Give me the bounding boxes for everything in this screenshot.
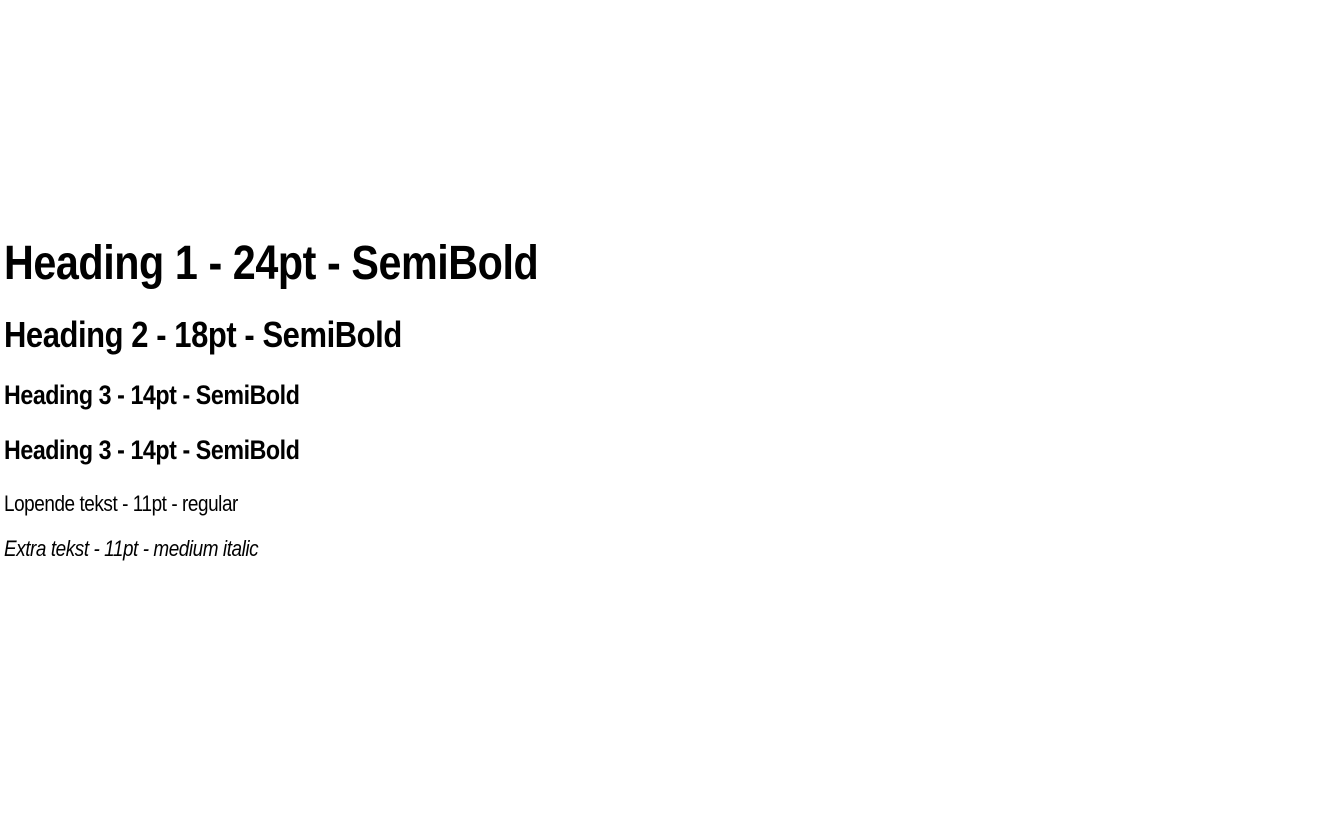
heading-1-sample: Heading 1 - 24pt - SemiBold: [4, 237, 539, 290]
extra-text-sample: Extra tekst - 11pt - medium italic: [4, 536, 259, 561]
heading-3-sample-first: Heading 3 - 14pt - SemiBold: [4, 380, 300, 410]
body-text-sample: Lopende tekst - 11pt - regular: [4, 491, 238, 516]
heading-2-sample: Heading 2 - 18pt - SemiBold: [4, 314, 402, 355]
heading-3-sample-second: Heading 3 - 14pt - SemiBold: [4, 435, 300, 465]
